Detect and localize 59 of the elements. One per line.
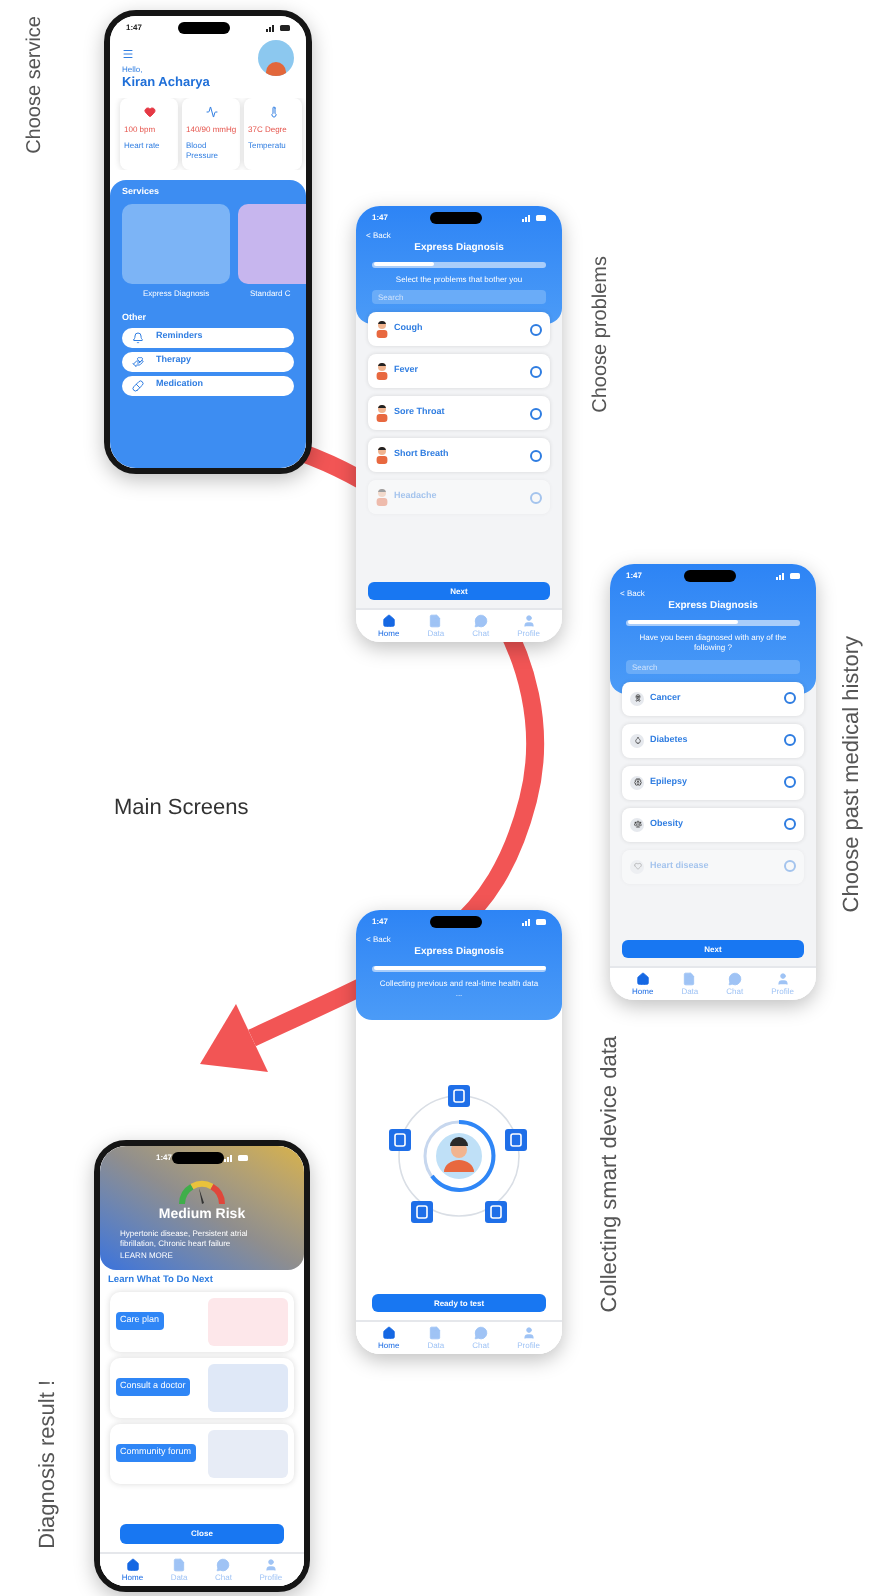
nav-icon: [473, 614, 488, 628]
vital-icon: [205, 106, 217, 119]
nav-icon: [521, 614, 536, 628]
screen-caption: Collecting smart device data: [596, 1036, 624, 1313]
nav-icon: [428, 614, 443, 628]
nav-icon: [172, 1558, 187, 1572]
signal-battery-icon: [521, 918, 546, 926]
radio-button[interactable]: [530, 407, 542, 419]
radio-button[interactable]: [784, 734, 796, 746]
condition-icon: [630, 691, 644, 705]
nav-icon: [125, 1558, 140, 1572]
signal-battery-icon: [775, 572, 800, 580]
signal-battery-icon: [224, 1154, 248, 1162]
vital-icon: [267, 106, 279, 119]
nav-icon: [635, 972, 650, 986]
radio-button[interactable]: [784, 818, 796, 830]
illustration-placeholder: [208, 1297, 288, 1346]
nav-icon: [381, 1326, 396, 1340]
vital-icon: [143, 106, 155, 119]
radio-button[interactable]: [784, 776, 796, 788]
nav-icon: [216, 1558, 231, 1572]
nav-icon: [727, 972, 742, 986]
camera-notch: [172, 1152, 224, 1164]
screen-caption: Choose service: [22, 16, 48, 154]
condition-icon: [630, 859, 644, 873]
menu-icon[interactable]: [122, 48, 134, 60]
risk-gauge-icon: [176, 1178, 228, 1206]
radio-button[interactable]: [784, 692, 796, 704]
signal-battery-icon: [521, 214, 546, 222]
person-icon: [376, 404, 388, 422]
condition-icon: [630, 733, 644, 747]
nav-icon: [682, 972, 697, 986]
screen-caption: Choose past medical history: [838, 636, 866, 913]
avatar: [258, 40, 294, 76]
condition-icon: [630, 775, 644, 789]
nav-icon: [775, 972, 790, 986]
camera-notch: [178, 22, 230, 34]
condition-icon: [630, 817, 644, 831]
illustration-placeholder: [208, 1363, 288, 1412]
nav-icon: [473, 1326, 488, 1340]
page-heading: Main Screens: [114, 794, 249, 824]
camera-notch: [683, 570, 735, 582]
radio-button[interactable]: [530, 323, 542, 335]
illustration-placeholder: [208, 1429, 288, 1478]
camera-notch: [429, 212, 481, 224]
person-icon: [376, 488, 388, 506]
screen-caption: Diagnosis result !: [34, 1380, 62, 1549]
nav-icon: [521, 1326, 536, 1340]
nav-icon: [428, 1326, 443, 1340]
nav-icon: [263, 1558, 278, 1572]
nav-icon: [381, 614, 396, 628]
camera-notch: [429, 916, 481, 928]
person-icon: [376, 446, 388, 464]
screen-caption: Choose problems: [588, 256, 614, 413]
signal-battery-icon: [265, 24, 290, 32]
radio-button[interactable]: [530, 365, 542, 377]
person-icon: [376, 362, 388, 380]
radio-button[interactable]: [530, 449, 542, 461]
person-icon: [376, 320, 388, 338]
